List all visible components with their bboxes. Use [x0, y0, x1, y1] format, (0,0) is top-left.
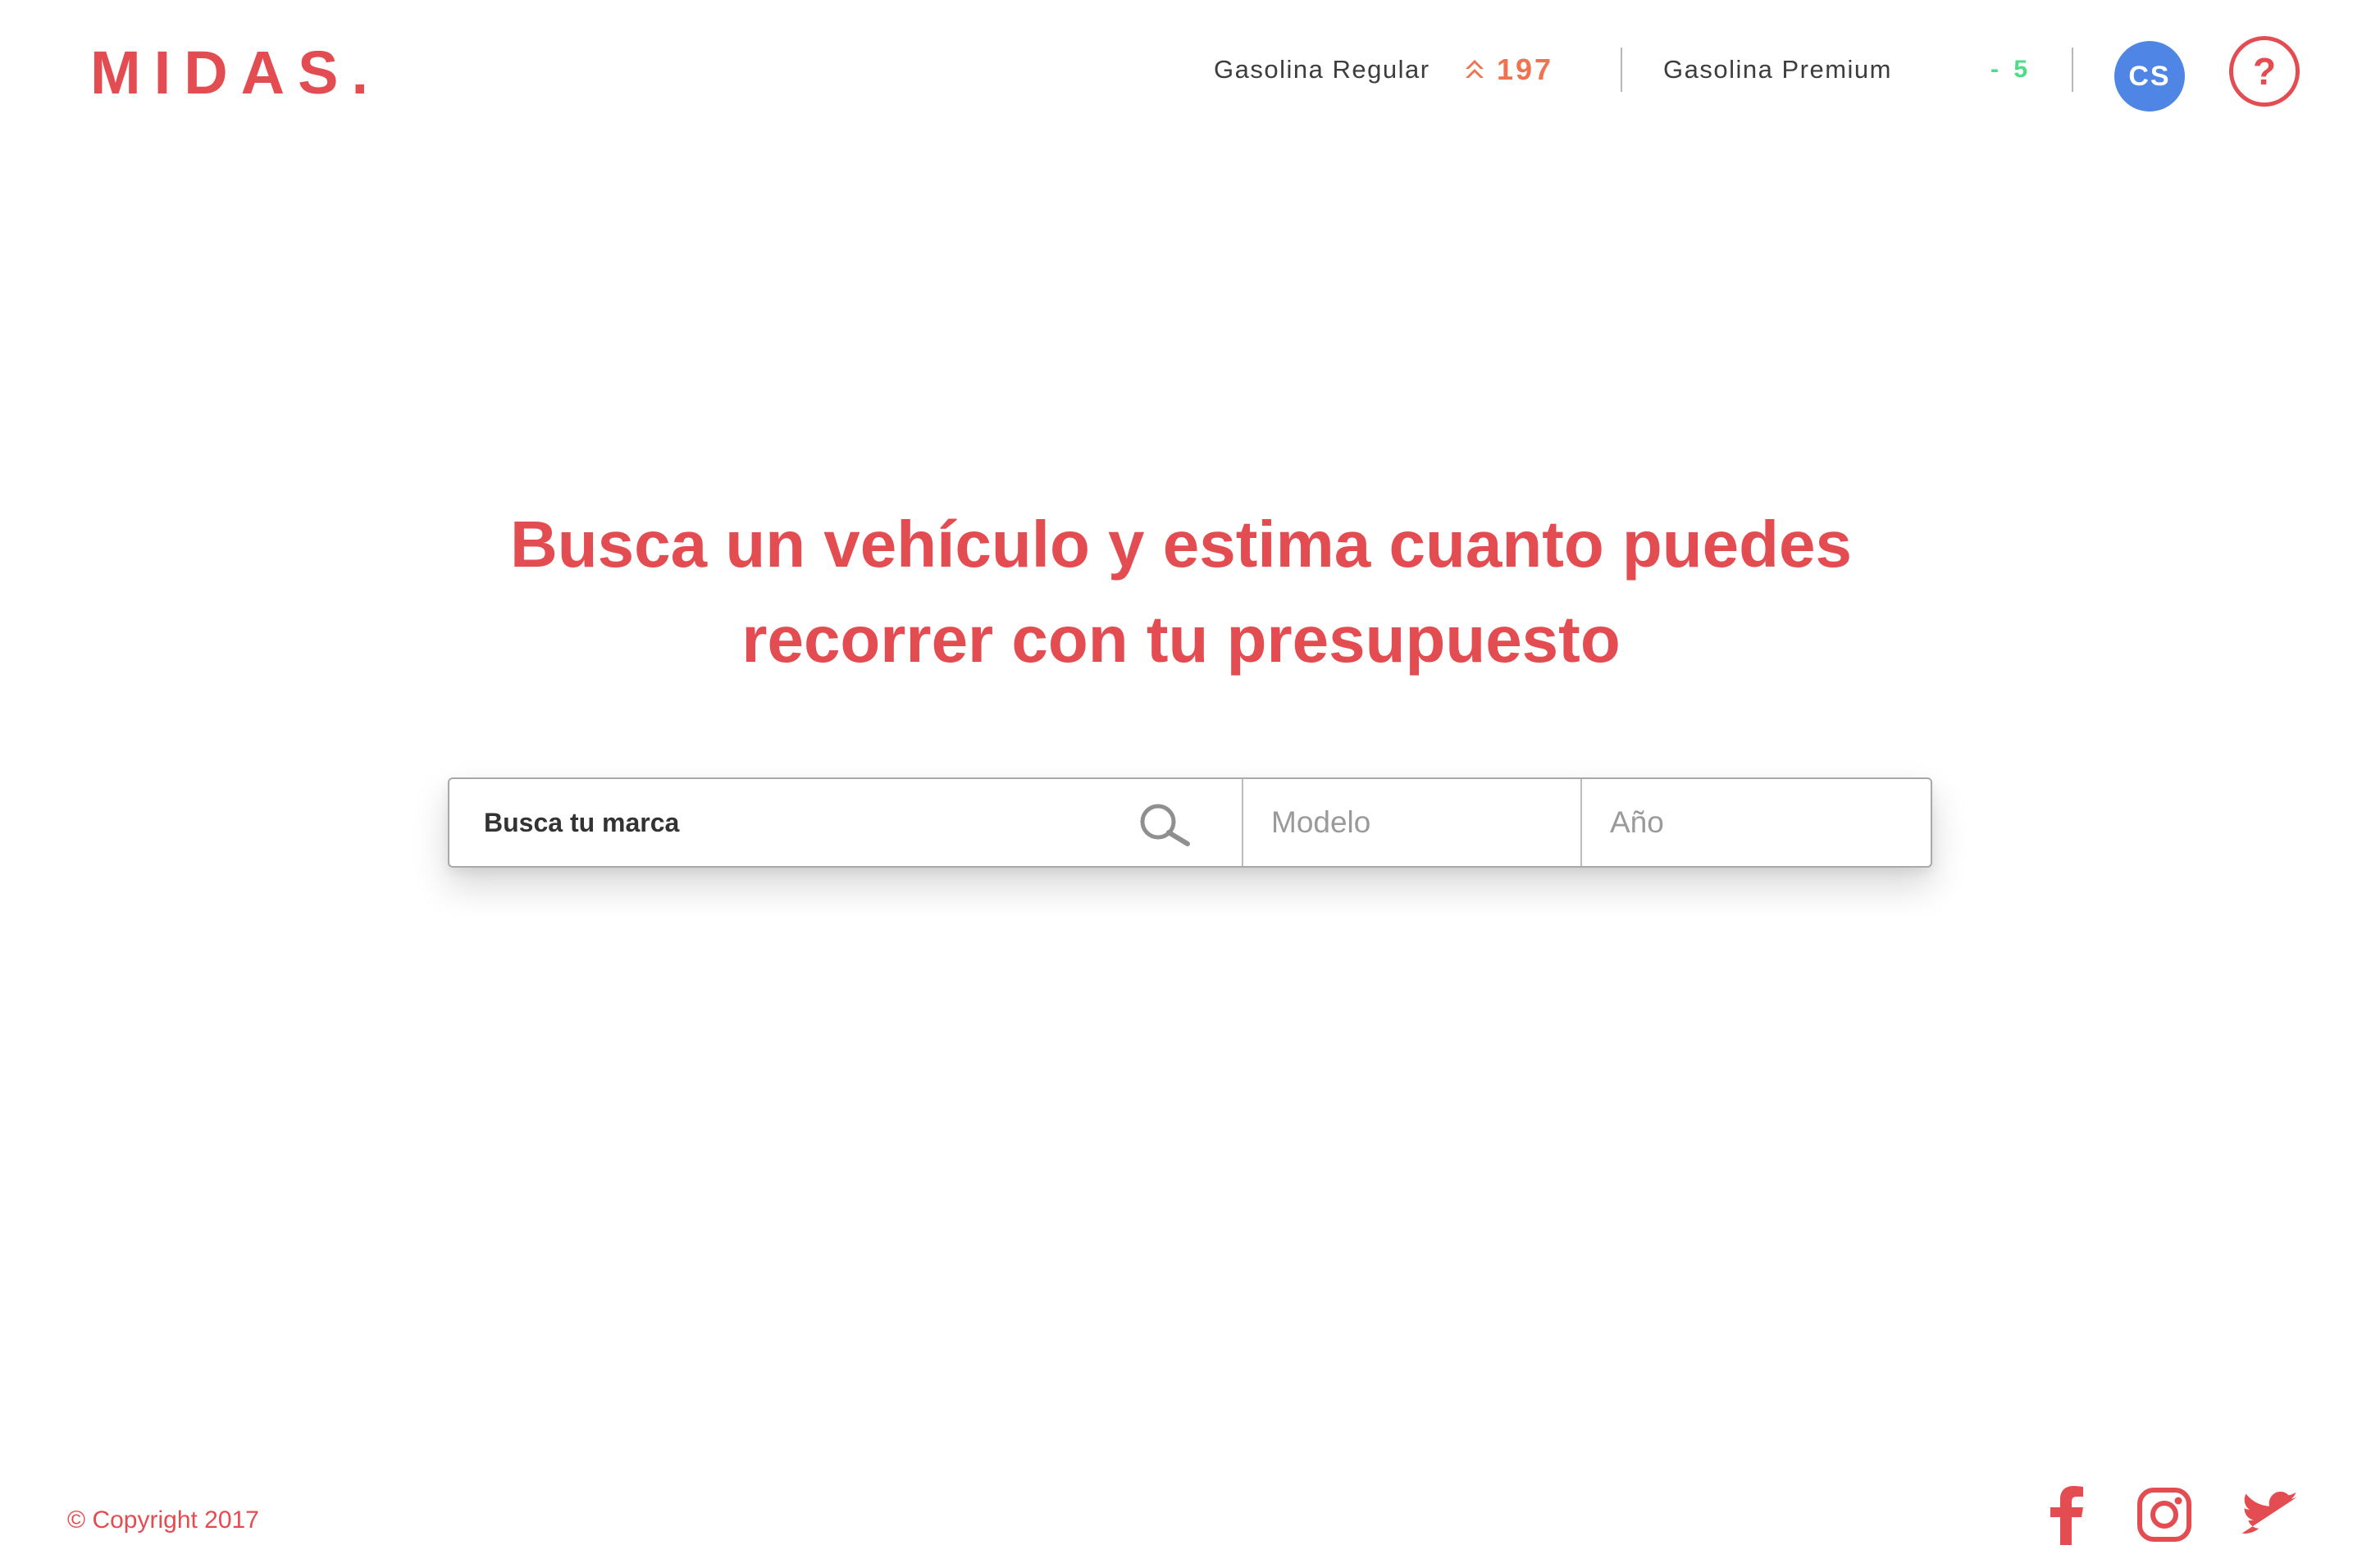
logo[interactable]: MIDAS. [90, 36, 381, 110]
search-icon[interactable] [1138, 802, 1191, 846]
year-field [1582, 779, 1931, 866]
model-input[interactable] [1243, 779, 1580, 866]
help-button[interactable]: ? [2229, 36, 2300, 107]
brand-search-input[interactable] [449, 779, 1242, 866]
copyright: © Copyright 2017 [67, 1506, 259, 1534]
twitter-icon[interactable] [2241, 1484, 2300, 1545]
fuel-premium-change: - 5 [1990, 56, 2032, 83]
page: MIDAS. Gasolina Regular 197 Gasolina Pre… [0, 0, 2362, 1568]
title-line-2: recorrer con tu presupuesto [741, 603, 1621, 676]
fuel-regular-change-value: 197 [1497, 52, 1554, 86]
title-line-1: Busca un vehículo y estima cuanto puedes [509, 508, 1852, 581]
fuel-regular-label: Gasolina Regular [1214, 55, 1430, 84]
fuel-regular-change: 197 [1464, 43, 1553, 97]
instagram-icon[interactable] [2136, 1484, 2193, 1545]
brand-field [449, 779, 1243, 866]
trend-up-icon [1466, 60, 1484, 78]
page-title: Busca un vehículo y estima cuanto puedes… [0, 497, 2362, 687]
divider [1621, 48, 1622, 92]
divider [2072, 48, 2073, 92]
facebook-icon[interactable] [2045, 1484, 2086, 1545]
model-field [1243, 779, 1582, 866]
fuel-premium-label: Gasolina Premium [1663, 55, 1892, 84]
avatar[interactable]: CS [2114, 41, 2185, 112]
vehicle-search-bar [448, 777, 1932, 868]
header-right: Gasolina Regular 197 Gasolina Premium - … [1214, 36, 2362, 112]
year-input[interactable] [1582, 779, 1931, 866]
